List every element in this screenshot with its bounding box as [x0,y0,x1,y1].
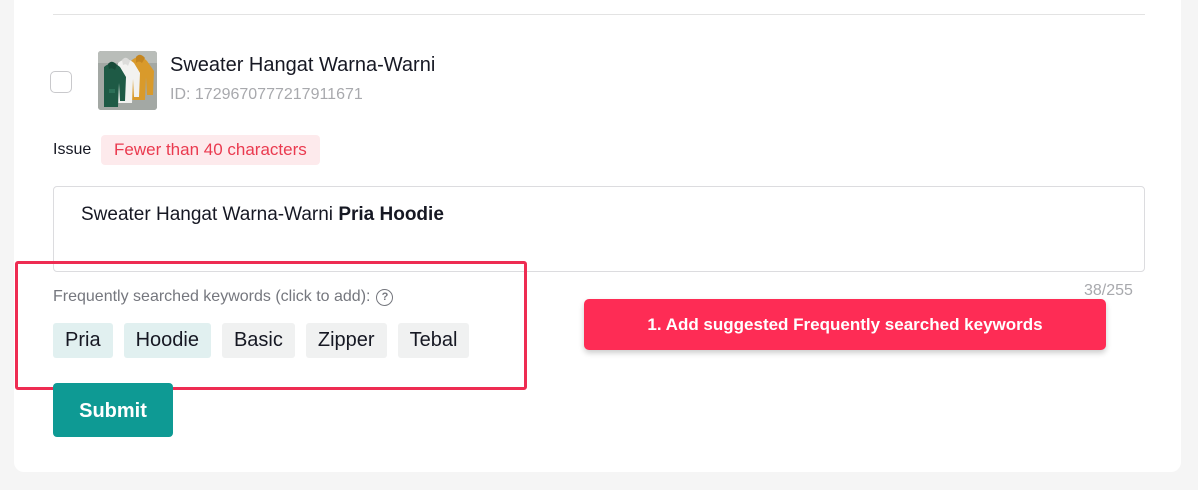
tutorial-callout: 1. Add suggested Frequently searched key… [584,299,1106,350]
title-text-added-keywords: Pria Hoodie [338,204,444,225]
character-counter: 38/255 [1084,282,1133,299]
keywords-label-text: Frequently searched keywords (click to a… [53,288,371,305]
keywords-label: Frequently searched keywords (click to a… [53,288,394,306]
submit-button[interactable]: Submit [53,383,173,437]
keyword-chip-zipper[interactable]: Zipper [305,323,387,358]
issue-badge: Fewer than 40 characters [101,135,320,165]
product-checkbox[interactable] [50,71,72,93]
question-circle-icon[interactable]: ? [376,288,394,306]
keyword-chip-hoodie[interactable]: Hoodie [123,323,211,358]
issue-label: Issue [53,141,92,158]
keyword-chips: Pria Hoodie Basic Zipper Tebal [53,323,470,358]
title-text-original: Sweater Hangat Warna-Warni [81,204,339,225]
product-id: ID: 1729670777217911671 [170,86,363,103]
keyword-chip-tebal[interactable]: Tebal [397,323,470,358]
divider [53,14,1145,15]
title-input[interactable]: Sweater Hangat Warna-Warni Pria Hoodie [53,186,1145,272]
title-text: Sweater Hangat Warna-Warni Pria Hoodie [81,204,444,226]
product-name: Sweater Hangat Warna-Warni [170,54,436,76]
keyword-chip-basic[interactable]: Basic [221,323,295,358]
product-thumbnail [98,51,157,110]
hoodie-product-image [98,51,157,110]
keyword-chip-pria[interactable]: Pria [53,323,113,358]
